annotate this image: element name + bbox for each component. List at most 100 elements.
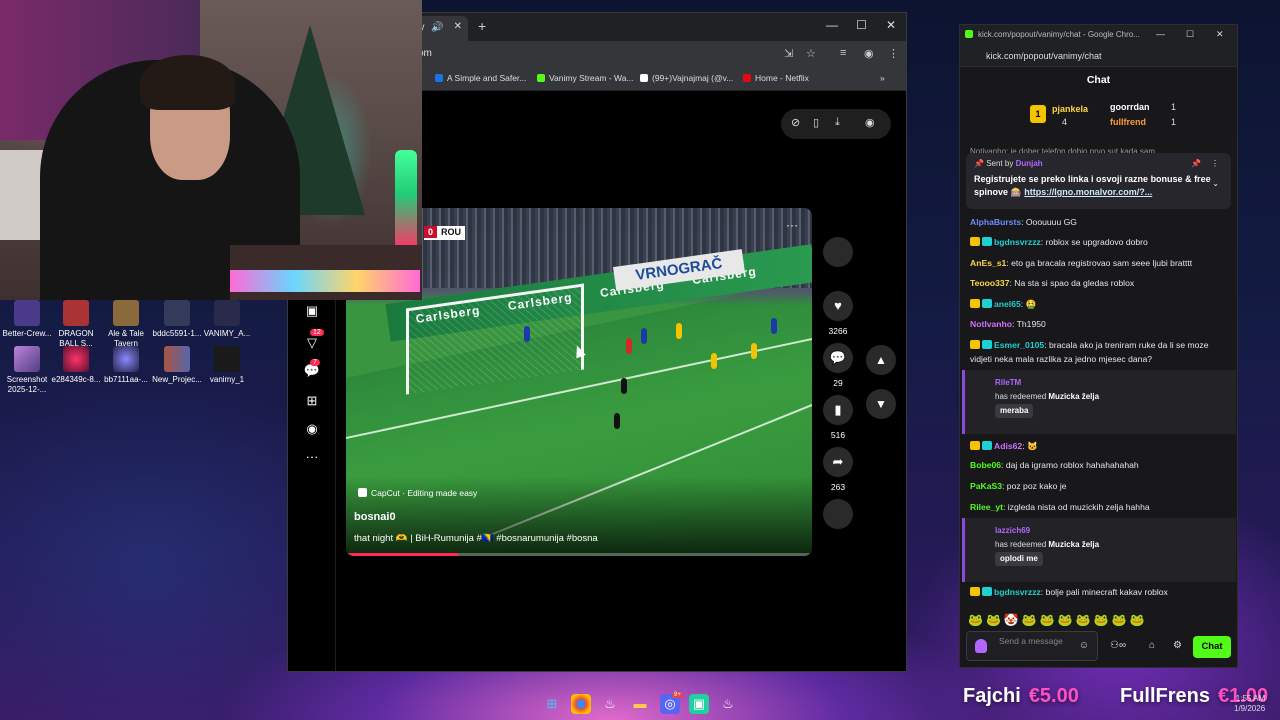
close-icon[interactable]: ✕ — [886, 18, 896, 32]
desktop-icon[interactable]: Better-Crew... — [0, 300, 54, 339]
chat-username[interactable]: bgdnsvrzzz — [994, 237, 1041, 247]
comment-button[interactable]: 💬 29 — [821, 343, 855, 388]
menu-kebab-icon[interactable]: ⋮ — [888, 47, 899, 60]
chat-username[interactable]: Rilee_yt — [970, 502, 1003, 512]
bookmark-item[interactable]: A Simple and Safer... — [435, 73, 526, 83]
save-button[interactable]: ▮ 516 — [821, 395, 855, 440]
referee — [614, 413, 620, 429]
share-button[interactable]: ➦ 263 — [821, 447, 855, 492]
redeem-user[interactable]: RileTM — [995, 378, 1021, 387]
minimize-icon[interactable]: — — [1156, 29, 1165, 39]
next-video-button[interactable]: ▼ — [866, 389, 896, 419]
compass-icon[interactable]: ⊘ — [791, 116, 800, 129]
profile-avatar-icon[interactable]: ◉ — [302, 421, 322, 437]
close-icon[interactable]: ✕ — [1216, 29, 1224, 40]
desktop-icon[interactable]: New_Projec... — [150, 346, 204, 385]
donor-ticker-item: Fajchi €5.00 — [963, 685, 1079, 708]
player — [771, 318, 777, 334]
download-icon[interactable]: ⤓ — [835, 116, 840, 129]
maximize-icon[interactable]: ☐ — [1186, 29, 1194, 40]
chat-text: eto ga bracala registrovao sam seee ljub… — [1011, 258, 1193, 268]
more-options-icon[interactable]: ⋮ — [1211, 159, 1219, 168]
file-thumbnail — [164, 300, 190, 326]
chat-username[interactable]: Bobe06 — [970, 460, 1001, 470]
chat-username[interactable]: bgdnsvrzzz — [994, 587, 1041, 597]
redeem-user[interactable]: lazzich69 — [995, 526, 1030, 535]
upload-icon[interactable]: ⊞ — [302, 393, 322, 409]
chat-text: Th1950 — [1016, 319, 1046, 329]
more-options-icon[interactable]: ··· — [786, 218, 798, 232]
like-button[interactable]: ♥ 3266 — [821, 291, 855, 336]
close-tab-icon[interactable]: ✕ — [454, 21, 462, 32]
desktop-icon[interactable]: DRAGON BALL S... — [49, 300, 103, 349]
redeem-action: has redeemed — [995, 392, 1047, 401]
desktop-icon[interactable]: VANIMY_A... — [200, 300, 254, 339]
chat-username[interactable]: AlphaBursts — [970, 217, 1021, 227]
desktop-icon[interactable]: bddc5591-1... — [150, 300, 204, 339]
chat-username[interactable]: Teooo337 — [970, 278, 1009, 288]
bookmark-item[interactable]: Vanimy Stream - Wa... — [537, 73, 634, 83]
emote-bar[interactable]: 🐸🐸🤡🐸🐸🐸🐸🐸🐸🐸 — [968, 613, 1147, 627]
chat-text: roblox se upgradovo dobro — [1045, 237, 1148, 247]
file-explorer-icon[interactable]: ▬ — [630, 694, 650, 714]
live-icon[interactable]: ▣ — [302, 303, 322, 319]
pinned-link[interactable]: https://lgno.monalvor.com/?... — [1024, 187, 1152, 197]
leader-first[interactable]: pjankela — [1052, 104, 1088, 114]
leader-second[interactable]: goorrdan — [1110, 102, 1150, 112]
heart-icon: ♥ — [823, 291, 853, 321]
leader-third[interactable]: fullfrend — [1110, 117, 1146, 127]
steam-icon[interactable]: ♨ — [718, 694, 738, 714]
capcut-tag[interactable]: CapCut · Editing made easy — [358, 488, 477, 498]
profile-icon[interactable]: ◉ — [864, 47, 874, 60]
users-icon[interactable]: ⚇∞ — [1110, 640, 1126, 651]
video-author[interactable]: bosnai0 — [354, 511, 396, 523]
pin-action-icon[interactable]: 📌 — [1191, 159, 1201, 168]
file-thumbnail — [113, 300, 139, 326]
user-avatar-icon[interactable]: ◉ — [865, 116, 875, 129]
send-chat-button[interactable]: Chat — [1193, 636, 1231, 658]
chat-url-bar[interactable]: kick.com/popout/vanimy/chat — [960, 45, 1237, 67]
creator-avatar-button[interactable] — [821, 237, 855, 272]
desktop-icon[interactable]: Ale & Tale Tavern — [99, 300, 153, 349]
bookmark-item[interactable]: (99+)Vajnajmaj (@v... — [640, 73, 733, 83]
chat-message: Adis62: 🐱 — [970, 439, 1232, 453]
bookmark-item[interactable]: Home - Netflix — [743, 73, 809, 83]
windows-start-icon[interactable]: ⊞ — [542, 694, 562, 714]
phone-icon[interactable]: ▯ — [813, 116, 819, 129]
maximize-icon[interactable]: ☐ — [856, 18, 867, 32]
chat-username[interactable]: NotIvanho — [970, 319, 1012, 329]
chat-username[interactable]: Esmer_0105 — [994, 340, 1044, 350]
minimize-icon[interactable]: — — [826, 18, 838, 32]
inbox-icon[interactable]: ▽ — [302, 335, 322, 351]
media-icon[interactable]: ≡ — [840, 47, 846, 59]
pinned-message[interactable]: 📌 Sent by Dunjah 📌 ⋮ ⌄ Registrujete se p… — [966, 153, 1231, 209]
chat-message: Esmer_0105: bracala ako ja treniram ruke… — [970, 340, 1209, 364]
video-progress[interactable] — [346, 553, 812, 556]
chat-username[interactable]: AnEs_s1 — [970, 258, 1006, 268]
install-icon[interactable]: ⇲ — [784, 47, 793, 60]
chat-username[interactable]: Adis62 — [994, 441, 1022, 451]
bookmark-star-icon[interactable]: ☆ — [806, 47, 816, 60]
desktop-icon[interactable]: bb7111aa-... — [99, 346, 153, 385]
chat-input[interactable]: Send a message ☺ — [966, 631, 1098, 661]
chat-username[interactable]: PaKaS3 — [970, 481, 1002, 491]
store-icon[interactable]: ⌂ — [1149, 640, 1155, 651]
chrome-icon[interactable] — [571, 694, 591, 714]
chevron-down-icon[interactable]: ⌄ — [1212, 179, 1219, 188]
chat-username[interactable]: anel65 — [994, 299, 1021, 309]
settings-gear-icon[interactable]: ⚙ — [1173, 640, 1182, 651]
mic-icon[interactable] — [975, 639, 987, 653]
redeem-reward: Muzicka želja — [1048, 540, 1100, 549]
desktop-icon[interactable]: Screenshot 2025-12-... — [0, 346, 54, 395]
desktop-icon[interactable]: vanimy_1 — [200, 346, 254, 385]
desktop-icon[interactable]: e284349c-8... — [49, 346, 103, 385]
app-icon[interactable]: ▣ — [689, 694, 709, 714]
sound-avatar-button[interactable] — [821, 499, 855, 534]
new-tab-icon[interactable]: + — [478, 18, 486, 34]
file-thumbnail — [14, 300, 40, 326]
more-bookmarks-icon[interactable]: » — [880, 73, 885, 83]
steam-icon[interactable]: ♨ — [600, 694, 620, 714]
previous-video-button[interactable]: ▲ — [866, 345, 896, 375]
more-icon[interactable]: ··· — [302, 449, 322, 464]
emoji-icon[interactable]: ☺ — [1079, 641, 1089, 651]
